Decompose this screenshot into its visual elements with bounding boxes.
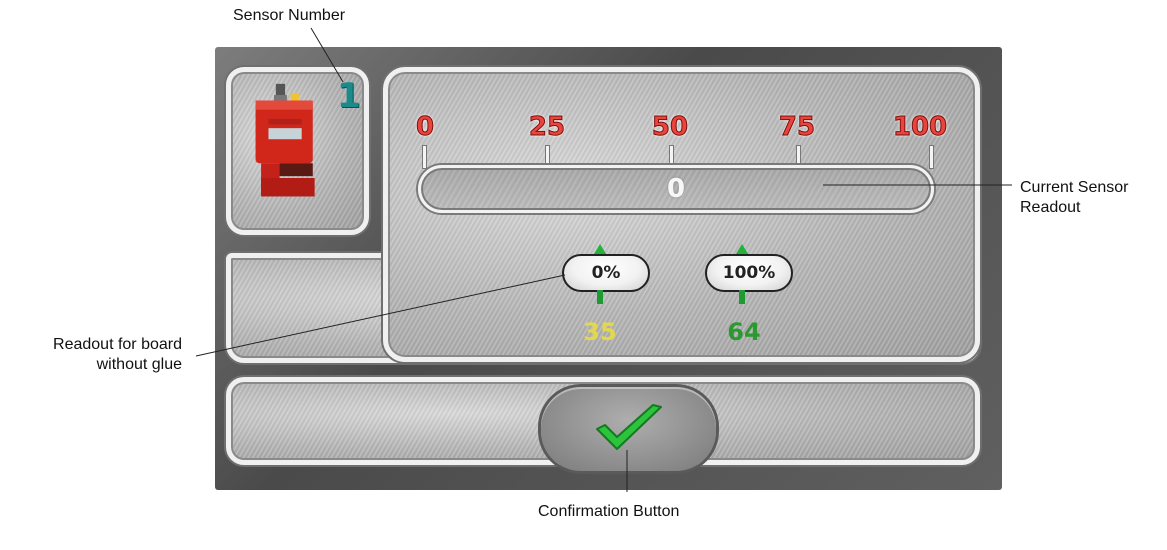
scale-tick-label: 50 (651, 112, 689, 143)
current-readout-bar: 0 (418, 165, 934, 213)
calibration-high-button[interactable]: 100% (705, 254, 793, 292)
sensor-number: 1 (337, 76, 361, 116)
calibration-low-button[interactable]: 0% (562, 254, 650, 292)
confirm-button[interactable] (541, 387, 716, 471)
scale-tick-label: 25 (528, 112, 566, 143)
scale-tick-mark (930, 146, 933, 168)
scale-tick-label: 100 (892, 112, 948, 143)
calibration-low-value: 35 (583, 318, 617, 346)
checkmark-icon (596, 404, 662, 450)
confirm-button-annotation: Confirmation Button (538, 503, 680, 520)
readout-no-glue-annotation: Readout for board without glue (53, 336, 182, 373)
scale-tick-label: 75 (778, 112, 816, 143)
current-readout-annotation: Current Sensor Readout (1020, 179, 1129, 216)
calibration-high-stem-lower (739, 290, 745, 304)
scale-tick-label: 0 (415, 112, 435, 143)
calibration-low-stem-lower (597, 290, 603, 304)
scale-tick-mark (423, 146, 426, 168)
sensor-number-annotation: Sensor Number (233, 7, 346, 24)
sensor-device-icon (255, 83, 315, 197)
current-readout-value: 0 (666, 174, 686, 204)
calibration-high-value: 64 (727, 318, 761, 346)
